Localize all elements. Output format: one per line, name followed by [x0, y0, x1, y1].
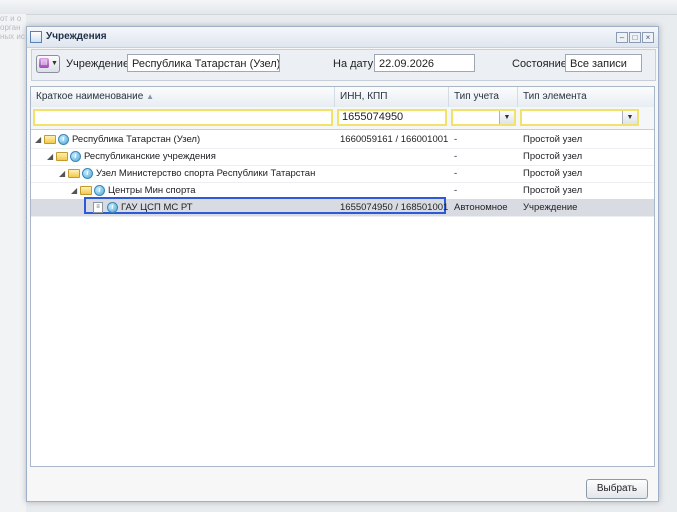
tree-row[interactable]: ◢ i Республиканские учреждения - Простой… — [31, 148, 654, 166]
column-header-label: Краткое наименование — [36, 91, 144, 102]
row-element-type: Учреждение — [523, 202, 578, 213]
expand-toggle-icon[interactable]: ◢ — [35, 131, 41, 148]
date-field[interactable]: 22.09.2026 — [374, 54, 475, 72]
element-type-filter-select[interactable]: ▼ — [520, 109, 639, 126]
account-type-filter-select[interactable]: ▼ — [451, 109, 516, 126]
row-account-type: - — [454, 168, 458, 179]
select-button[interactable]: Выбрать — [586, 479, 648, 499]
info-icon: i — [94, 185, 105, 196]
pink-document-icon: ▤ — [39, 58, 49, 68]
folder-open-icon — [56, 152, 68, 161]
inn-filter-input[interactable]: 1655074950 — [337, 109, 447, 126]
row-account-type: Автономное — [454, 202, 508, 213]
chevron-down-icon[interactable]: ▼ — [622, 111, 637, 124]
background-sidebar: от и о орган ных ис — [0, 14, 26, 512]
row-name: ГАУ ЦСП МС РТ — [121, 202, 193, 213]
folder-open-icon — [80, 186, 92, 195]
row-account-type: - — [454, 134, 458, 145]
restore-button[interactable]: □ — [629, 32, 641, 43]
row-name: Республика Татарстан (Узел) — [72, 134, 201, 145]
institution-picker-button[interactable]: ▤ ▼ — [36, 55, 60, 73]
grid-header: Краткое наименование ▲ ИНН, КПП Тип учет… — [31, 87, 654, 108]
folder-open-icon — [44, 135, 56, 144]
background-header — [0, 0, 677, 15]
window-icon — [30, 31, 42, 43]
column-header-account-type[interactable]: Тип учета — [449, 87, 518, 107]
info-icon: i — [70, 151, 81, 162]
folder-open-icon — [68, 169, 80, 178]
dialog-titlebar[interactable]: Учреждения – □ × — [27, 27, 658, 48]
expand-toggle-icon[interactable]: ◢ — [47, 148, 53, 165]
row-inn: 1660059161 / 166001001 — [340, 134, 449, 145]
name-filter-input[interactable] — [33, 109, 333, 126]
tree-row-selected[interactable]: ≡ i ГАУ ЦСП МС РТ 1655074950 / 168501001… — [31, 197, 654, 217]
document-icon: ≡ — [93, 202, 103, 213]
info-icon: i — [58, 134, 69, 145]
dialog-title: Учреждения — [46, 31, 107, 42]
background-text: орган — [0, 23, 21, 32]
expand-toggle-icon[interactable]: ◢ — [59, 165, 65, 182]
state-label: Состояние: — [512, 58, 570, 70]
toolbar: ▤ ▼ Учреждение: Республика Татарстан (Уз… — [31, 49, 656, 81]
state-select[interactable]: Все записи — [565, 54, 642, 72]
column-header-element-type[interactable]: Тип элемента — [518, 87, 641, 107]
info-icon: i — [82, 168, 93, 179]
row-element-type: Простой узел — [523, 185, 583, 196]
row-element-type: Простой узел — [523, 134, 583, 145]
row-name: Республиканские учреждения — [84, 151, 216, 162]
row-element-type: Простой узел — [523, 151, 583, 162]
row-inn: 1655074950 / 168501001 — [340, 202, 449, 213]
tree-row[interactable]: ◢ i Республика Татарстан (Узел) 16600591… — [31, 131, 654, 149]
chevron-down-icon[interactable]: ▼ — [499, 111, 514, 124]
institution-field[interactable]: Республика Татарстан (Узел) — [127, 54, 280, 72]
filter-row: 1655074950 ▼ ▼ — [31, 107, 654, 130]
info-icon: i — [107, 202, 118, 213]
row-account-type: - — [454, 151, 458, 162]
date-label: На дату: — [333, 58, 377, 70]
expand-toggle-icon[interactable]: ◢ — [71, 182, 77, 199]
minimize-button[interactable]: – — [616, 32, 628, 43]
column-header-name[interactable]: Краткое наименование ▲ — [31, 87, 335, 107]
institutions-grid: Краткое наименование ▲ ИНН, КПП Тип учет… — [30, 86, 655, 467]
row-name: Узел Министерство спорта Республики Тата… — [96, 168, 316, 179]
chevron-down-icon: ▼ — [51, 60, 58, 67]
institutions-dialog: Учреждения – □ × ▤ ▼ Учреждение: Республик… — [26, 26, 659, 502]
row-account-type: - — [454, 185, 458, 196]
background-text: ных ис — [0, 32, 25, 41]
row-element-type: Простой узел — [523, 168, 583, 179]
background-text: от и о — [0, 14, 22, 23]
column-header-inn[interactable]: ИНН, КПП — [335, 87, 449, 107]
tree-row[interactable]: ◢ i Узел Министерство спорта Республики … — [31, 165, 654, 183]
sort-ascending-icon: ▲ — [146, 92, 155, 101]
close-button[interactable]: × — [642, 32, 654, 43]
institution-label: Учреждение: — [66, 58, 133, 70]
